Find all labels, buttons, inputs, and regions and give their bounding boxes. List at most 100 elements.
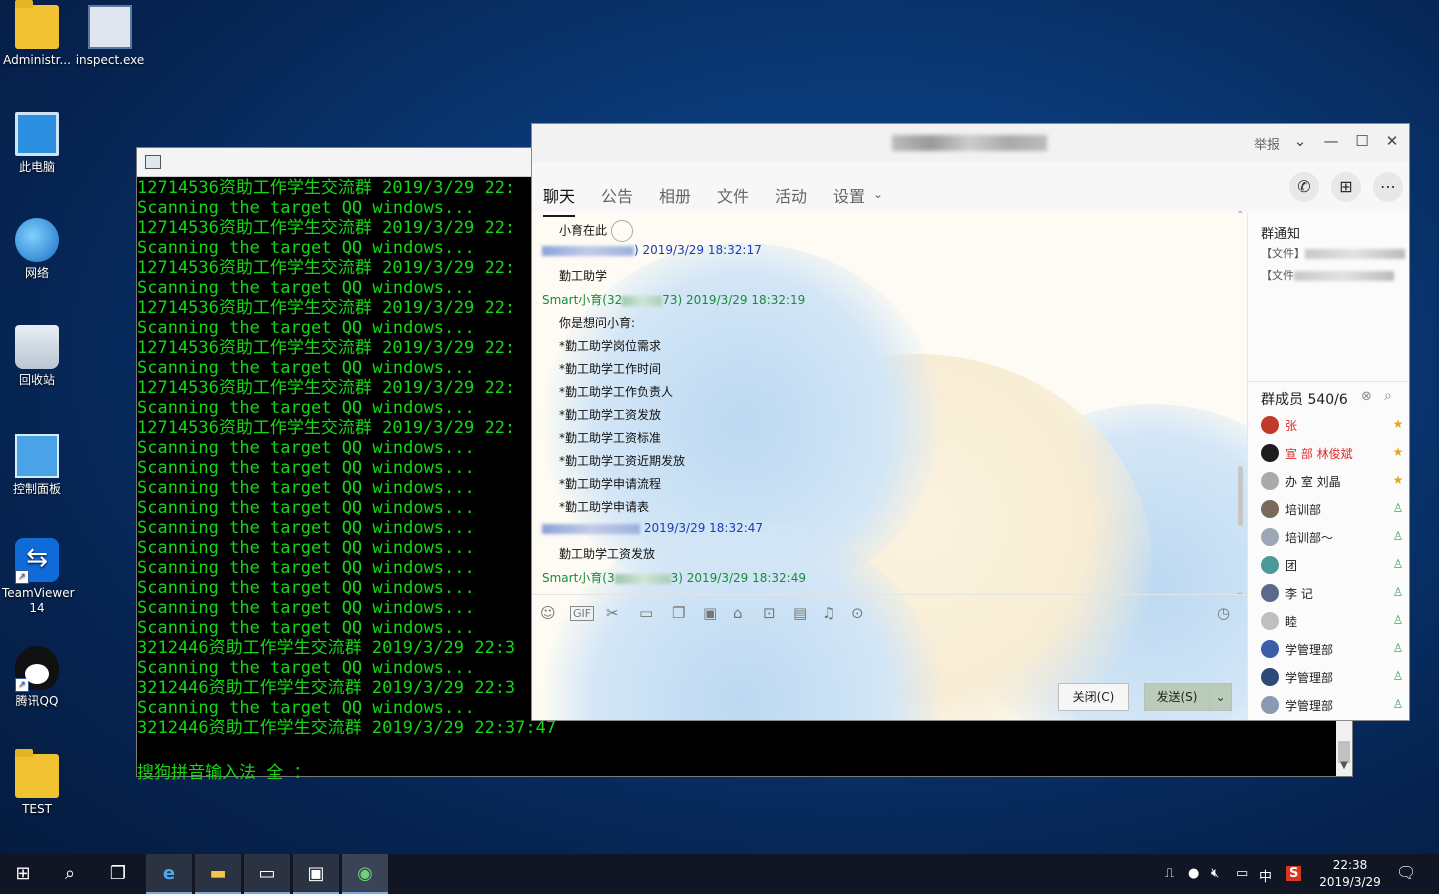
notification-center-icon[interactable]: 🗨︎ <box>1396 863 1416 882</box>
usb-icon[interactable]: ⎍ <box>1165 866 1174 881</box>
vote-icon[interactable]: ▤ <box>793 604 807 622</box>
message-sender-line: Smart小育(3 3) 2019/3/29 18:32:49 <box>542 571 806 585</box>
member-filter-icon[interactable]: ⊗ <box>1361 389 1372 404</box>
chat-titlebar[interactable]: 举报 ⌄ — ☐ ✕ <box>532 124 1409 162</box>
internet-explorer-icon[interactable]: e <box>146 854 192 894</box>
image-icon[interactable]: ▣ <box>703 604 717 622</box>
group-notice-item[interactable]: 【文件】 <box>1261 245 1405 261</box>
bell-icon[interactable]: ♫ <box>822 604 835 622</box>
input-toolbar: ☺ GIF ✂ ▭ ❐ ▣ ⌂ ⊡ ▤ ♫ ⊙ ◷ <box>532 594 1247 631</box>
app-window-taskbar-icon[interactable]: ▣ <box>293 854 339 894</box>
member-item[interactable]: 培训部～ ♙ <box>1261 526 1406 552</box>
desktop-icon-control-panel[interactable]: 控制面板 <box>0 434 74 497</box>
red-packet-icon[interactable]: ⌂ <box>733 604 743 622</box>
tab-settings[interactable]: 设置 <box>833 183 865 207</box>
chat-message: *勤工助学申请表 <box>559 500 650 514</box>
desktop-icon-network[interactable]: 网络 <box>0 218 74 281</box>
member-item[interactable]: 学管理部 ♙ <box>1261 638 1406 664</box>
gif-icon[interactable]: GIF <box>570 606 595 621</box>
member-item[interactable]: 培训部 ♙ <box>1261 498 1406 524</box>
member-item[interactable]: 办 室 刘晶 ★ <box>1261 470 1406 496</box>
scroll-up-icon[interactable]: ⌃ <box>1236 210 1244 221</box>
report-button[interactable]: 举报 <box>1254 134 1280 153</box>
desktop-icon-label: 此电脑 <box>18 160 55 174</box>
qq-tray-icon[interactable]: ● <box>1188 866 1199 881</box>
network-tray-icon[interactable]: ▭ <box>1236 866 1248 881</box>
tab-activity[interactable]: 活动 <box>775 183 807 207</box>
tab-album[interactable]: 相册 <box>659 183 691 207</box>
member-item[interactable]: 学管理部 ♙ <box>1261 694 1406 720</box>
folder-icon[interactable]: ▭ <box>639 604 653 622</box>
scissors-icon[interactable]: ✂ <box>606 604 619 622</box>
qq-group-chat-window[interactable]: 举报 ⌄ — ☐ ✕ 聊天 公告 相册 文件 活动 设置 ⌄ ✆ ⊞ ⋯ 小育在… <box>531 123 1410 721</box>
more-options-icon[interactable]: ⋯ <box>1373 172 1403 202</box>
desktop-icon-qq[interactable]: ↗ 腾讯QQ <box>0 646 74 709</box>
scroll-down-arrow-icon[interactable]: ▼ <box>1336 760 1352 776</box>
member-badge-icon: ♙ <box>1392 697 1404 711</box>
member-item[interactable]: 张 ★ <box>1261 414 1406 440</box>
member-badge-icon: ♙ <box>1392 641 1404 655</box>
desktop-icon-test[interactable]: TEST <box>0 749 74 817</box>
windows-start-icon[interactable]: ⊞ <box>0 854 46 894</box>
member-item[interactable]: 学管理部 ♙ <box>1261 666 1406 692</box>
chevron-down-icon[interactable]: ⌄ <box>1290 132 1310 150</box>
phone-icon[interactable]: ✆ <box>1289 172 1319 202</box>
ime-language[interactable]: 中 <box>1259 866 1272 885</box>
desktop-icon-label: 回收站 <box>18 373 55 387</box>
close-icon[interactable]: ✕ <box>1382 132 1402 150</box>
member-badge-icon: ♙ <box>1392 669 1404 683</box>
add-chat-icon[interactable]: ⊞ <box>1331 172 1361 202</box>
volume-muted-icon[interactable]: 🔇︎ <box>1211 866 1219 881</box>
member-item[interactable]: 团 ♙ <box>1261 554 1406 580</box>
tab-announcement[interactable]: 公告 <box>601 183 633 207</box>
shortcut-arrow-icon: ↗ <box>15 570 29 584</box>
gift-icon[interactable]: ⊡ <box>763 604 776 622</box>
member-badge-icon: ♙ <box>1392 613 1404 627</box>
scrollbar-thumb[interactable] <box>1238 466 1243 526</box>
desktop-icon-this-pc[interactable]: 此电脑 <box>0 112 74 175</box>
sogou-ime-icon[interactable]: S <box>1286 866 1302 881</box>
task-view-icon[interactable]: ❐ <box>95 854 141 894</box>
chat-message: *勤工助学工资近期发放 <box>559 454 686 468</box>
member-item[interactable]: 李 记 ♙ <box>1261 582 1406 608</box>
group-notice-item[interactable]: 【文件 <box>1261 267 1394 283</box>
send-options-chevron-icon[interactable]: ⌄ <box>1209 683 1232 711</box>
desktop-icon-teamviewer[interactable]: ↗ TeamViewer 14 <box>0 538 75 616</box>
history-clock-icon[interactable]: ◷ <box>1217 604 1230 622</box>
file-explorer-icon[interactable]: ▬ <box>195 854 241 894</box>
member-item[interactable]: 宣 部 林俊斌 ★ <box>1261 442 1406 468</box>
desktop-icon-recycle-bin[interactable]: 回收站 <box>0 325 74 388</box>
more-tools-icon[interactable]: ⊙ <box>851 604 864 622</box>
desktop-icon-label: TEST <box>22 802 52 816</box>
send-button[interactable]: 发送(S) <box>1144 683 1209 711</box>
member-badge-icon: ♙ <box>1392 529 1404 543</box>
system-clock[interactable]: 22:38 2019/3/29 <box>1312 857 1388 891</box>
member-name: 睦 <box>1285 615 1298 629</box>
shake-icon[interactable]: ❐ <box>672 604 685 622</box>
maximize-icon[interactable]: ☐ <box>1352 132 1372 150</box>
member-badge-icon: ♙ <box>1392 501 1404 515</box>
chat-scrollbar[interactable]: ⌃ ⌄ <box>1236 210 1246 598</box>
member-name: 培训部 <box>1285 503 1322 517</box>
settings-chevron-icon[interactable]: ⌄ <box>873 187 883 201</box>
admin-badge-icon: ★ <box>1392 445 1404 459</box>
console-taskbar-icon[interactable]: ▭ <box>244 854 290 894</box>
tab-files[interactable]: 文件 <box>717 183 749 207</box>
avatar <box>1261 416 1279 434</box>
desktop-icon-administrator[interactable]: Administr... <box>0 0 74 68</box>
tab-chat[interactable]: 聊天 <box>543 183 576 217</box>
teamviewer-icon: ↗ <box>15 538 59 584</box>
member-item[interactable]: 睦 ♙ <box>1261 610 1406 636</box>
control-panel-icon <box>15 434 59 478</box>
group-members-title: 群成员 540/6 <box>1261 392 1348 408</box>
search-icon[interactable]: ⌕ <box>1384 388 1392 404</box>
desktop-icon-inspect[interactable]: inspect.exe <box>73 5 147 68</box>
close-button[interactable]: 关闭(C) <box>1058 683 1129 711</box>
search-icon[interactable]: ⌕ <box>47 854 93 894</box>
avatar <box>1261 472 1279 490</box>
qq-taskbar-icon[interactable]: ◉ <box>342 854 388 894</box>
ime-status-line: 搜狗拼音输入法 全 ： <box>137 763 311 783</box>
emoji-icon[interactable]: ☺ <box>540 604 556 622</box>
minimize-icon[interactable]: — <box>1321 132 1341 150</box>
chat-message-area[interactable]: 小育在此 ) 2019/3/29 18:32:17 勤工助学 Smart小育(3… <box>532 213 1247 720</box>
